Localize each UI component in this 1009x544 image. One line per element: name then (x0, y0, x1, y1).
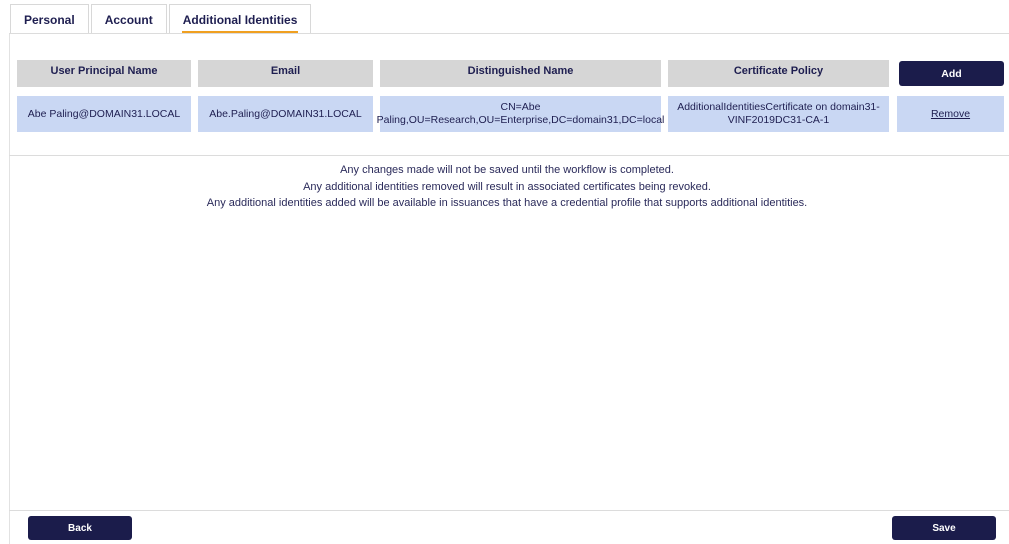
note-line: Any additional identities added will be … (206, 197, 808, 209)
section-divider (9, 155, 1009, 156)
tab-label: Personal (24, 12, 75, 27)
identities-panel: Personal Account Additional Identities U… (0, 0, 1009, 544)
footer-divider (9, 510, 1009, 511)
save-button[interactable]: Save (892, 516, 996, 540)
note-line: Any changes made will not be saved until… (340, 164, 674, 176)
tab-label: Additional Identities (182, 12, 298, 27)
tab-bar: Personal Account Additional Identities (10, 4, 313, 34)
cell-certificate-policy: AdditionalIdentitiesCertificate on domai… (668, 96, 889, 132)
tab-additional-identities[interactable]: Additional Identities (168, 4, 312, 34)
cell-user-principal-name: Abe Paling@DOMAIN31.LOCAL (17, 96, 191, 132)
cell-email: Abe.Paling@DOMAIN31.LOCAL (198, 96, 373, 132)
header-email: Email (198, 60, 373, 87)
back-button[interactable]: Back (28, 516, 132, 540)
remove-link[interactable]: Remove (931, 108, 970, 121)
tab-divider (9, 33, 1009, 34)
info-notes: Any changes made will not be saved until… (10, 162, 1004, 212)
header-certificate-policy: Certificate Policy (668, 60, 889, 87)
tab-personal[interactable]: Personal (10, 4, 89, 34)
header-user-principal-name: User Principal Name (17, 60, 191, 87)
tab-account[interactable]: Account (90, 4, 167, 34)
note-line: Any additional identities removed will r… (303, 180, 711, 193)
tab-label: Account (104, 12, 153, 27)
cell-action: Remove (897, 96, 1004, 132)
add-button[interactable]: Add (899, 61, 1004, 86)
header-distinguished-name: Distinguished Name (380, 60, 661, 87)
cell-distinguished-name: CN=Abe Paling,OU=Research,OU=Enterprise,… (377, 96, 664, 132)
